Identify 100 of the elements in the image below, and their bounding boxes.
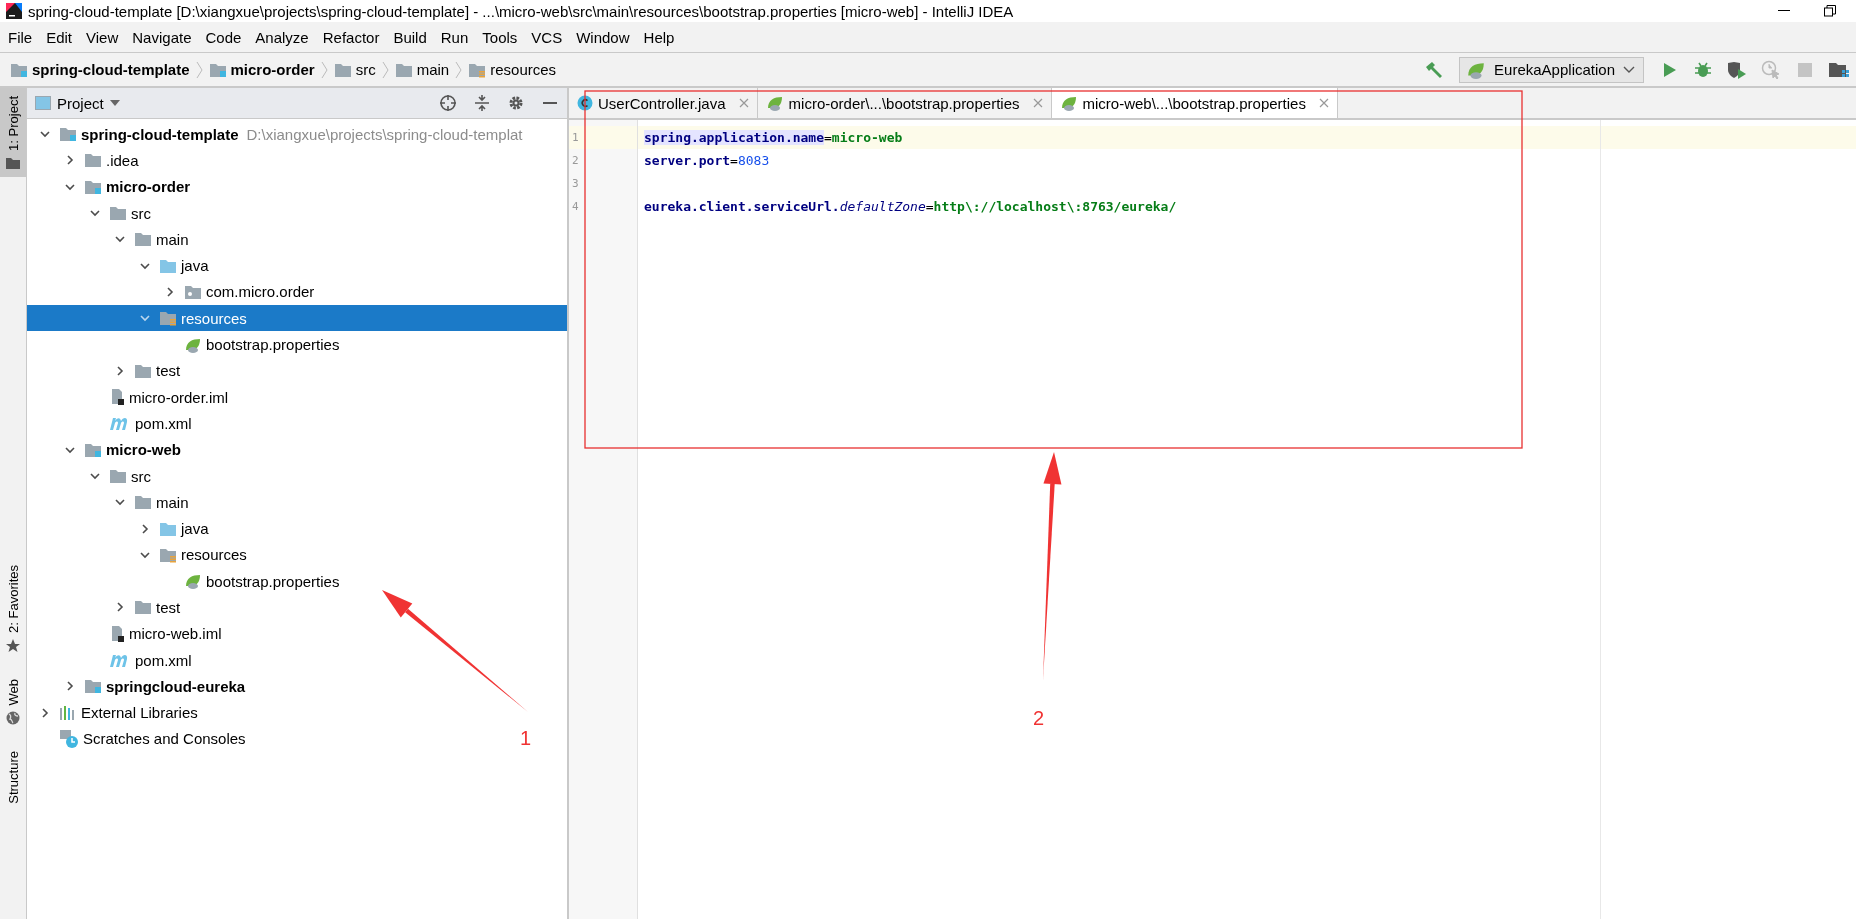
- code-token: =: [824, 130, 832, 145]
- menu-item[interactable]: File: [2, 28, 41, 46]
- tree-item[interactable]: java: [27, 515, 215, 542]
- tree-item[interactable]: test: [27, 594, 187, 621]
- tree-item[interactable]: main: [27, 226, 195, 253]
- tree-item[interactable]: resources: [27, 541, 253, 569]
- code-token: spring.application.name: [644, 130, 824, 145]
- run-icon[interactable]: [1661, 61, 1677, 78]
- locate-icon[interactable]: [439, 94, 457, 112]
- breadcrumb[interactable]: main: [394, 61, 450, 78]
- collapsed-chevron-icon[interactable]: [114, 364, 126, 377]
- tree-item[interactable]: main: [27, 489, 195, 516]
- tree-item[interactable]: Scratches and Consoles: [27, 725, 252, 753]
- code-token: http\://localhost\:8763/eureka/: [933, 199, 1177, 214]
- tree-item[interactable]: pom.xml: [27, 410, 198, 437]
- tree-item[interactable]: java: [27, 252, 215, 279]
- folder-icon: [6, 156, 20, 169]
- project-view-selector[interactable]: Project: [35, 94, 120, 112]
- collapsed-chevron-icon[interactable]: [139, 522, 151, 535]
- tree-item[interactable]: src: [27, 199, 157, 227]
- tree-item[interactable]: springcloud-eureka: [27, 673, 252, 700]
- close-icon[interactable]: [738, 98, 749, 108]
- settings-icon[interactable]: [508, 95, 524, 111]
- tree-item[interactable]: src: [27, 462, 157, 490]
- folder-icon: [333, 61, 352, 78]
- module-folder-icon: [84, 441, 102, 458]
- collapsed-chevron-icon[interactable]: [64, 154, 76, 167]
- tree-item[interactable]: micro-order: [27, 173, 197, 200]
- collapsed-chevron-icon[interactable]: [39, 706, 51, 719]
- resources-folder-icon: [159, 310, 177, 327]
- folder-icon: [394, 61, 413, 78]
- menu-item[interactable]: Run: [434, 28, 477, 46]
- module-folder-icon: [84, 178, 102, 195]
- tree-item[interactable]: bootstrap.properties: [27, 331, 346, 358]
- tool-window-tab[interactable]: 2: Favorites: [0, 556, 26, 661]
- module-folder-icon: [10, 61, 28, 78]
- tree-item[interactable]: bootstrap.properties: [27, 568, 346, 595]
- menu-item[interactable]: Edit: [40, 28, 81, 46]
- menu-item[interactable]: Analyze: [249, 28, 317, 46]
- menu-item[interactable]: Build: [387, 28, 435, 46]
- code-token: =: [925, 199, 934, 214]
- menu-item[interactable]: VCS: [525, 28, 571, 46]
- module-folder-icon: [59, 126, 77, 143]
- tree-item[interactable]: com.micro.order: [27, 278, 321, 306]
- restore-icon[interactable]: [1824, 5, 1836, 17]
- menu-item[interactable]: Navigate: [126, 28, 200, 46]
- tree-item[interactable]: test: [27, 357, 187, 384]
- project-structure-icon[interactable]: [1828, 60, 1850, 79]
- tree-item[interactable]: .idea: [27, 147, 145, 174]
- tool-window-tab[interactable]: Web: [0, 670, 26, 734]
- tree-item[interactable]: External Libraries: [27, 699, 204, 726]
- spring-leaf-icon: [1059, 94, 1078, 112]
- breadcrumb[interactable]: src: [333, 61, 376, 78]
- tree-item[interactable]: micro-web: [27, 436, 187, 463]
- run-configuration-dropdown[interactable]: EurekaApplication: [1459, 56, 1644, 83]
- tree-item[interactable]: pom.xml: [27, 646, 198, 674]
- spring-leaf-icon: [765, 94, 784, 112]
- menu-item[interactable]: Refactor: [316, 28, 388, 46]
- bug-icon[interactable]: [1694, 60, 1712, 79]
- source-folder-icon: [159, 520, 177, 537]
- caret-icon: [109, 100, 120, 106]
- line-number: 4: [571, 199, 580, 215]
- collapsed-chevron-icon[interactable]: [164, 285, 176, 298]
- menu-item[interactable]: Window: [570, 28, 638, 46]
- annotation-number: 2: [1033, 707, 1045, 729]
- module-folder-icon: [84, 678, 102, 695]
- file-icon: [109, 624, 125, 643]
- tree-item[interactable]: spring-cloud-template D:\xiangxue\projects\spring-cloud-templat: [27, 121, 529, 148]
- menu-item[interactable]: Code: [199, 28, 250, 46]
- code-token: defaultZone: [839, 199, 926, 214]
- menu-item[interactable]: Help: [637, 28, 683, 46]
- menu-item[interactable]: Tools: [476, 28, 526, 46]
- expanded-chevron-icon[interactable]: [89, 470, 101, 482]
- breadcrumb[interactable]: resources: [468, 61, 557, 78]
- line-number: 3: [571, 176, 580, 192]
- module-folder-icon: [208, 61, 227, 78]
- breadcrumb-separator-icon: [381, 60, 389, 79]
- code-token: =: [730, 153, 738, 168]
- folder-icon: [134, 231, 152, 248]
- collapsed-chevron-icon[interactable]: [64, 680, 76, 693]
- minimize-icon[interactable]: [1778, 10, 1790, 12]
- close-icon[interactable]: [1032, 98, 1043, 108]
- menu-item[interactable]: View: [80, 28, 127, 46]
- window-icon: [35, 96, 51, 110]
- editor-tab[interactable]: micro-web\...\bootstrap.properties: [1051, 88, 1338, 118]
- collapsed-chevron-icon[interactable]: [114, 601, 126, 614]
- tool-window-tab[interactable]: Structure: [0, 743, 26, 813]
- coverage-icon[interactable]: [1727, 60, 1747, 79]
- folder-icon: [134, 599, 152, 616]
- tree-item[interactable]: micro-order.iml: [27, 383, 235, 411]
- collapse-all-icon[interactable]: [474, 94, 490, 112]
- close-icon[interactable]: [1318, 98, 1329, 108]
- tool-window-tab[interactable]: 1: Project: [0, 88, 26, 177]
- breadcrumb[interactable]: micro-order: [208, 61, 315, 78]
- breadcrumb[interactable]: spring-cloud-template: [10, 61, 190, 78]
- hammer-icon[interactable]: [1424, 59, 1445, 80]
- tree-item[interactable]: resources: [27, 305, 567, 332]
- tree-item[interactable]: micro-web.iml: [27, 620, 228, 647]
- star-icon: [6, 638, 20, 653]
- path-hint: D:\xiangxue\projects\spring-cloud-templat: [246, 125, 523, 143]
